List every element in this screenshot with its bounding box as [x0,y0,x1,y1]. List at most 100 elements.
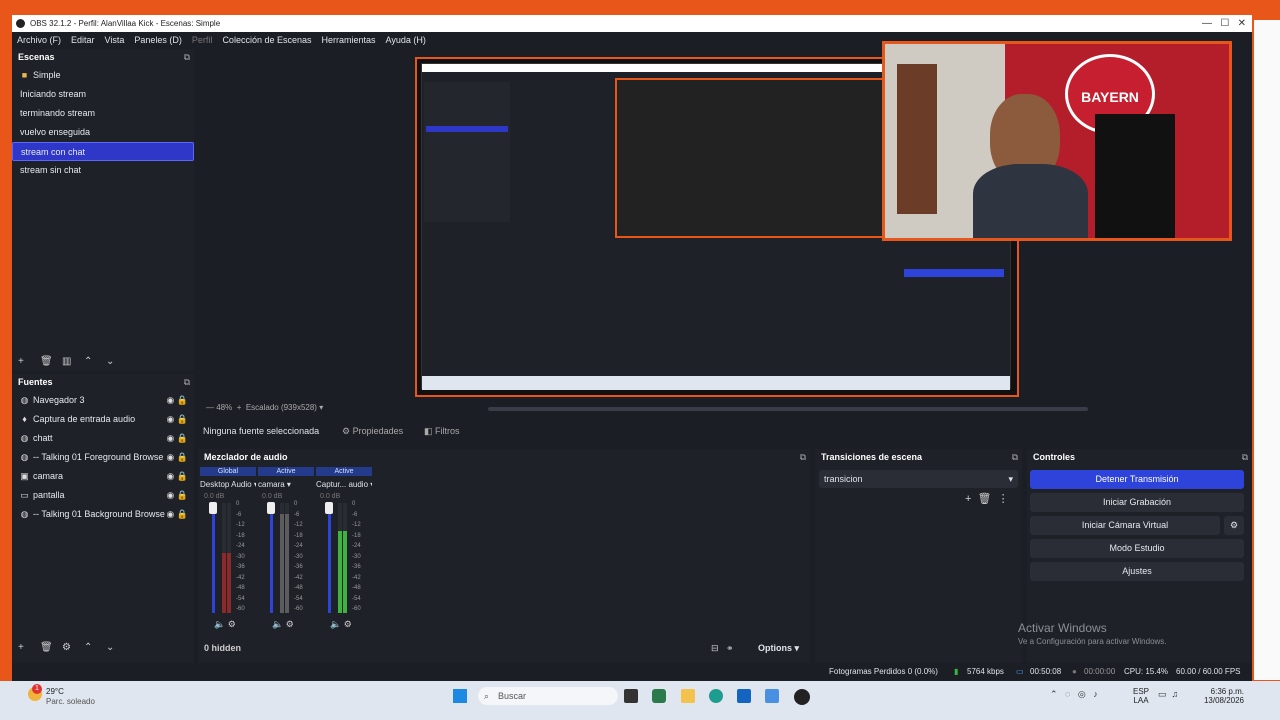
add-icon[interactable]: + [18,639,40,657]
scene-item[interactable]: ■ Simple [12,66,194,85]
edge-icon[interactable] [709,689,723,703]
mixer-channel: Active camara ▾ 0.0 dB 0 -6 -12 -18 -24 -30 -36 -4… [258,467,314,639]
eye-lock-icon[interactable]: ◉ 🔒 [166,429,188,448]
popout-icon[interactable]: ⧉ [184,49,190,66]
down-icon[interactable]: ⌄ [106,639,128,657]
task-view-icon[interactable] [624,689,638,703]
transition-actions[interactable]: + 🗑 ⋮ [965,492,1009,505]
window-controls[interactable]: — ☐ ✕ [1202,15,1246,32]
scale-tick: -30 [352,553,361,560]
start-virtualcam-button[interactable]: Iniciar Cámara Virtual [1030,516,1220,535]
menu-tools[interactable]: Herramientas [317,32,381,48]
properties-button[interactable]: ⚙ Propiedades [342,420,403,442]
menu-view[interactable]: Vista [100,32,130,48]
scale-tick: -54 [294,595,303,602]
studio-mode-button[interactable]: Modo Estudio [1030,539,1244,558]
weather-desc[interactable]: Parc. soleado [46,697,95,706]
source-item[interactable]: ◍ Navegador 3 ◉ 🔒 [12,391,194,410]
transition-select[interactable]: transicion ▾ [819,470,1018,488]
up-icon[interactable]: ⌃ [84,639,106,657]
weather-temp[interactable]: 29°C [46,687,64,696]
trash-icon[interactable]: 🗑 [40,639,62,657]
popout-icon[interactable]: ⧉ [1012,449,1018,466]
source-item[interactable]: ▣ camara ◉ 🔒 [12,467,194,486]
preview-zoom[interactable]: — 48% + Escalado (939x528) ▾ [206,403,323,412]
level-meter [280,503,284,613]
taskbar-search[interactable]: ⌕ Buscar [478,687,618,705]
source-item[interactable]: ◍ -- Talking 01 Foreground Browse ◉ 🔒 [12,448,194,467]
file-explorer-icon[interactable] [681,689,695,703]
mute-speaker-icon[interactable]: 🔈 ⚙ [214,619,236,630]
store-icon[interactable] [737,689,751,703]
scene-item[interactable]: terminando stream [12,104,194,123]
mixer-layout-icon[interactable]: ⊟ ⚭ [711,643,734,654]
scale-tick: -36 [236,564,245,570]
menu-profile[interactable]: Perfil [187,32,218,48]
popout-icon[interactable]: ⧉ [800,449,806,466]
windows-start-icon[interactable] [453,689,467,703]
eye-lock-icon[interactable]: ◉ 🔒 [166,410,188,429]
filter-icon[interactable]: ▥ [62,353,84,371]
eye-lock-icon[interactable]: ◉ 🔒 [166,467,188,486]
fader-handle[interactable] [325,502,333,514]
eye-lock-icon[interactable]: ◉ 🔒 [166,448,188,467]
virtualcam-gear-icon[interactable]: ⚙ [1224,516,1244,535]
stop-stream-button[interactable]: Detener Transmisión [1030,470,1244,489]
clock[interactable]: 6:36 p.m. 13/08/2026 [1192,687,1244,705]
language-indicator[interactable]: ESP LAA [1133,687,1149,705]
mixer-options-button[interactable]: Options ▾ [758,643,799,654]
eye-lock-icon[interactable]: ◉ 🔒 [166,486,188,505]
preview-area[interactable]: BAYERN — 48% + Escalado (939x528) ▾ [198,41,1252,415]
audio-mixer-dock: Mezclador de audio ⧉ Global Desktop Audio … [198,449,810,667]
trash-icon[interactable]: 🗑 [40,353,62,371]
menu-scene-collection[interactable]: Colección de Escenas [217,32,316,48]
scale-tick: 0 [294,501,298,507]
globe-icon: ◍ [20,395,29,405]
scale-tick: -36 [352,564,361,570]
down-icon[interactable]: ⌄ [106,353,128,371]
volume-fader[interactable] [270,503,273,613]
scene-item[interactable]: vuelvo enseguida [12,123,194,142]
channel-name[interactable]: Captur... audio ▾ [316,478,372,492]
menu-edit[interactable]: Editar [66,32,100,48]
channel-name[interactable]: Desktop Audio ▾ [200,478,256,492]
eye-lock-icon[interactable]: ◉ 🔒 [166,505,188,524]
tray-icons[interactable]: ⌃ ◌ ◎ ♪ [1050,689,1098,700]
settings-button[interactable]: Ajustes [1030,562,1244,581]
mute-speaker-icon[interactable]: 🔈 ⚙ [330,619,352,630]
scene-item-selected[interactable]: stream con chat [12,142,194,161]
menu-docks[interactable]: Paneles (D) [129,32,187,48]
source-item[interactable]: ▭ pantalla ◉ 🔒 [12,486,194,505]
up-icon[interactable]: ⌃ [84,353,106,371]
source-item[interactable]: ◍ chatt ◉ 🔒 [12,429,194,448]
popout-icon[interactable]: ⧉ [184,374,190,391]
app-icon[interactable] [652,689,666,703]
eye-lock-icon[interactable]: ◉ 🔒 [166,391,188,410]
no-source-label: Ninguna fuente seleccionada [203,426,320,436]
scene-item[interactable]: stream sin chat [12,161,194,180]
source-item[interactable]: ◍ -- Talking 01 Background Browse ◉ 🔒 [12,505,194,524]
popout-icon[interactable]: ⧉ [1242,449,1248,466]
nested-preview [615,78,895,238]
fader-handle[interactable] [267,502,275,514]
app2-icon[interactable] [765,689,779,703]
obs-window: OBS 32.1.2 - Perfil: AlanVillaa Kick - E… [12,15,1252,681]
add-icon[interactable]: + [18,353,40,371]
nested-taskbar [422,376,1010,390]
volume-fader[interactable] [328,503,331,613]
source-item[interactable]: ♦ Captura de entrada audio ◉ 🔒 [12,410,194,429]
channel-name[interactable]: camara ▾ [258,478,314,492]
menu-file[interactable]: Archivo (F) [12,32,66,48]
network-volume-icons[interactable]: ▭ ♫ [1158,689,1178,700]
menu-help[interactable]: Ayuda (H) [381,32,431,48]
scene-item[interactable]: Iniciando stream [12,85,194,104]
volume-fader[interactable] [212,503,215,613]
fader-handle[interactable] [209,502,217,514]
mute-speaker-icon[interactable]: 🔈 ⚙ [272,619,294,630]
status-bar: Fotogramas Perdidos 0 (0.0%) ▮ 5764 kbps… [12,663,1252,681]
start-recording-button[interactable]: Iniciar Grabación [1030,493,1244,512]
preview-scrollbar[interactable] [488,407,1088,411]
gear-icon[interactable]: ⚙ [62,639,84,657]
obs-taskbar-icon[interactable] [794,689,810,705]
filters-button[interactable]: ◧ Filtros [424,420,460,442]
